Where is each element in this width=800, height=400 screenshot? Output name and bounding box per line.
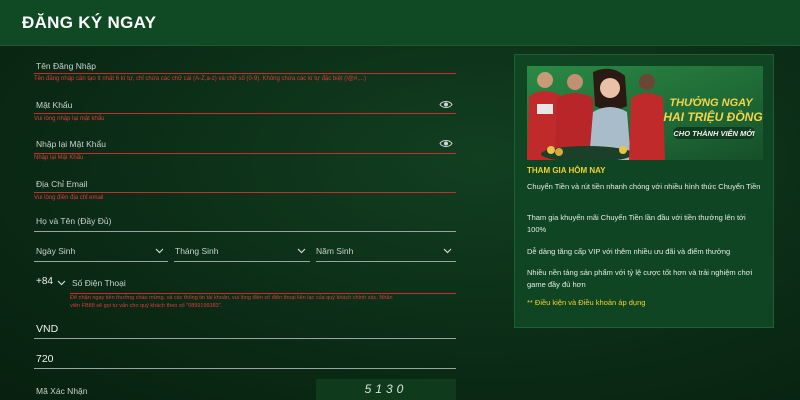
email-label: Địa Chỉ Email bbox=[36, 179, 88, 189]
amount-field[interactable]: 720 bbox=[34, 348, 456, 369]
promo-item-2: Tham gia khuyến mãi Chuyển Tiền lần đầu … bbox=[527, 213, 746, 234]
phone-error-line1: Để nhận ngay tiền thưởng chào mừng, và c… bbox=[70, 295, 393, 301]
chevron-down-icon bbox=[297, 248, 306, 254]
promo-item-3: Dễ dàng tăng cấp VIP với thêm nhiều ưu đ… bbox=[527, 247, 731, 256]
promo-item-1: Chuyển Tiền và rút tiền nhanh chóng với … bbox=[527, 182, 761, 191]
promo-terms-note[interactable]: ** Điều kiện và Điều khoản áp dụng bbox=[527, 298, 645, 307]
page-header: ĐĂNG KÝ NGAY bbox=[0, 0, 800, 46]
username-label: Tên Đăng Nhập bbox=[36, 61, 97, 71]
page-title: ĐĂNG KÝ NGAY bbox=[22, 13, 157, 32]
fullname-field[interactable]: Họ và Tên (Đầy Đủ) bbox=[34, 212, 456, 232]
country-code-select[interactable]: +84 bbox=[34, 273, 66, 293]
amount-value: 720 bbox=[36, 353, 54, 365]
chevron-down-icon bbox=[57, 280, 66, 286]
banner-text-1: THƯỞNG NGAY bbox=[669, 96, 754, 109]
dob-year-underline bbox=[316, 261, 456, 262]
confirm-password-error: Nhập lại Mật Khẩu bbox=[34, 155, 84, 161]
username-error: Tên đăng nhập cần tạo ít nhất 6 kí tự, c… bbox=[34, 76, 367, 82]
dob-day-label: Ngày Sinh bbox=[36, 246, 76, 256]
username-underline bbox=[34, 73, 456, 74]
password-field[interactable]: Mật Khẩu bbox=[34, 94, 456, 114]
currency-field[interactable]: VND bbox=[34, 318, 456, 339]
phone-error-line2: viên FB88 sẽ gọi tư vấn cho quý khách th… bbox=[70, 303, 223, 309]
email-error: Vui lòng điền địa chỉ email bbox=[34, 195, 104, 201]
phone-underline bbox=[70, 293, 456, 294]
password-label: Mật Khẩu bbox=[36, 100, 73, 110]
confirm-password-underline bbox=[34, 153, 456, 154]
dob-year-label: Năm Sinh bbox=[316, 246, 354, 256]
dob-day-select[interactable]: Ngày Sinh bbox=[34, 242, 168, 262]
email-underline bbox=[34, 192, 456, 193]
promo-banner-art: THƯỞNG NGAY HAI TRIỆU ĐỒNG CHO THÀNH VIÊ… bbox=[527, 66, 763, 160]
chevron-down-icon bbox=[155, 248, 164, 254]
country-code-value: +84 bbox=[36, 276, 53, 287]
promo-item-4: Nhiều nền tảng sản phẩm với tỷ lệ cược t… bbox=[527, 268, 753, 289]
dob-month-select[interactable]: Tháng Sinh bbox=[174, 242, 310, 262]
show-password-eye-icon[interactable] bbox=[439, 100, 453, 109]
show-confirm-password-eye-icon[interactable] bbox=[439, 139, 453, 148]
promo-panel: THƯỞNG NGAY HAI TRIỆU ĐỒNG CHO THÀNH VIÊ… bbox=[514, 54, 774, 328]
banner-text-3: CHO THÀNH VIÊN MỚI bbox=[673, 129, 755, 138]
currency-value: VND bbox=[36, 323, 59, 335]
phone-field[interactable]: Số Điện Thoại bbox=[70, 274, 456, 294]
username-field[interactable]: Tên Đăng Nhập bbox=[34, 54, 456, 74]
promo-banner[interactable]: THƯỞNG NGAY HAI TRIỆU ĐỒNG CHO THÀNH VIÊ… bbox=[527, 66, 763, 160]
confirm-password-field[interactable]: Nhập lại Mật Khẩu bbox=[34, 134, 456, 154]
currency-underline bbox=[34, 338, 456, 339]
phone-label: Số Điện Thoại bbox=[72, 278, 126, 288]
captcha-label: Mã Xác Nhận bbox=[36, 386, 88, 396]
dob-day-underline bbox=[34, 261, 168, 262]
fullname-label: Họ và Tên (Đầy Đủ) bbox=[36, 216, 112, 226]
chevron-down-icon bbox=[443, 248, 452, 254]
dob-month-underline bbox=[174, 261, 310, 262]
dob-month-label: Tháng Sinh bbox=[175, 246, 219, 256]
banner-text-2: HAI TRIỆU ĐỒNG bbox=[663, 109, 762, 124]
captcha-field[interactable]: Mã Xác Nhận bbox=[34, 381, 304, 400]
dob-year-select[interactable]: Năm Sinh bbox=[316, 242, 456, 262]
confirm-password-label: Nhập lại Mật Khẩu bbox=[36, 139, 106, 149]
captcha-image[interactable]: 5130 bbox=[316, 379, 456, 400]
password-error: Vui lòng nhập lại mật khẩu bbox=[34, 116, 105, 122]
fullname-underline bbox=[34, 231, 456, 232]
amount-underline bbox=[34, 368, 456, 369]
promo-title: THAM GIA HÔM NAY bbox=[527, 166, 606, 175]
email-field[interactable]: Địa Chỉ Email bbox=[34, 173, 456, 193]
password-underline bbox=[34, 113, 456, 114]
